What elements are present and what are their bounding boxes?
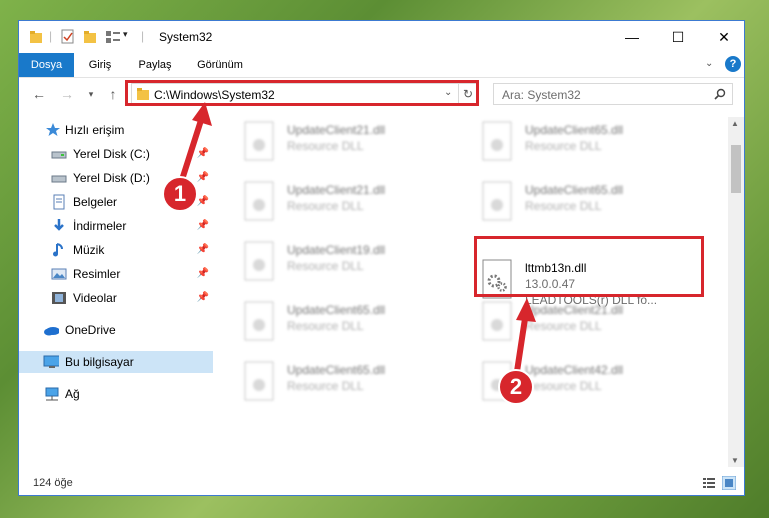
step-badge-2: 2 [498,369,534,405]
arrow-1-head [192,102,212,126]
arrow-1-shaft [177,111,206,189]
step-badge-1: 1 [162,176,198,212]
annotation-arrows [177,102,536,381]
arrow-2-head [516,298,536,322]
